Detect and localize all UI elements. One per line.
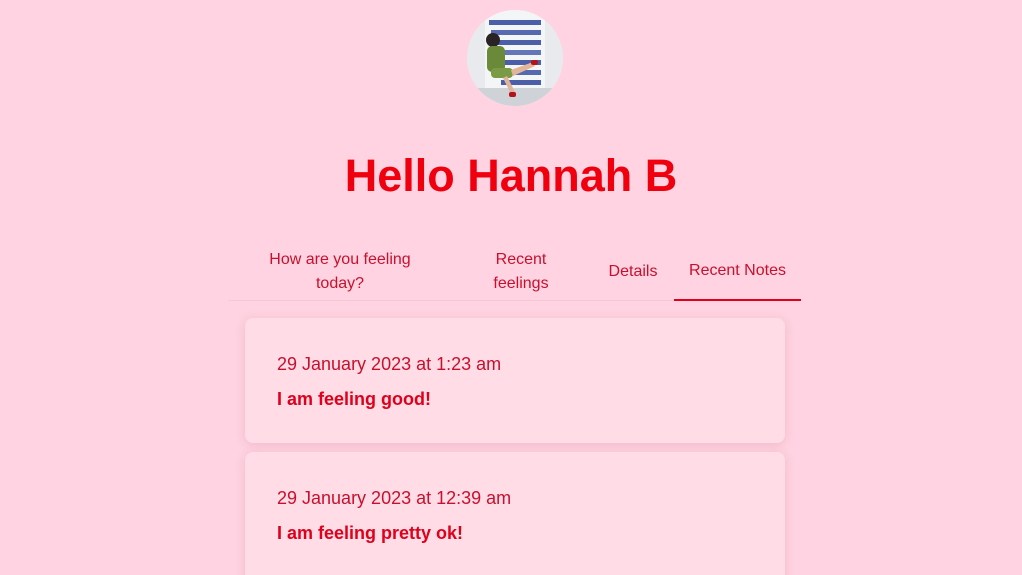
- note-text: I am feeling pretty ok!: [277, 523, 464, 543]
- tab-bar: How are you feeling today? Recent feelin…: [228, 243, 801, 301]
- tab-recent-notes[interactable]: Recent Notes: [674, 243, 801, 301]
- page: Hello Hannah B How are you feeling today…: [0, 0, 1022, 575]
- avatar: [467, 10, 563, 106]
- note-date: 29 January 2023 at 1:23 am: [277, 354, 502, 374]
- note-text: I am feeling good!: [277, 389, 432, 409]
- note-card: 29 January 2023 at 12:39 am I am feeling…: [245, 452, 785, 575]
- note-date: 29 January 2023 at 12:39 am: [277, 488, 512, 508]
- page-title: Hello Hannah B: [344, 150, 678, 201]
- tab-details[interactable]: Details: [601, 243, 665, 301]
- avatar-photo: [467, 10, 563, 106]
- tab-how-are-you-feeling[interactable]: How are you feeling today?: [256, 243, 424, 301]
- tab-recent-feelings[interactable]: Recent feelings: [486, 243, 556, 301]
- note-card: 29 January 2023 at 1:23 am I am feeling …: [245, 318, 785, 443]
